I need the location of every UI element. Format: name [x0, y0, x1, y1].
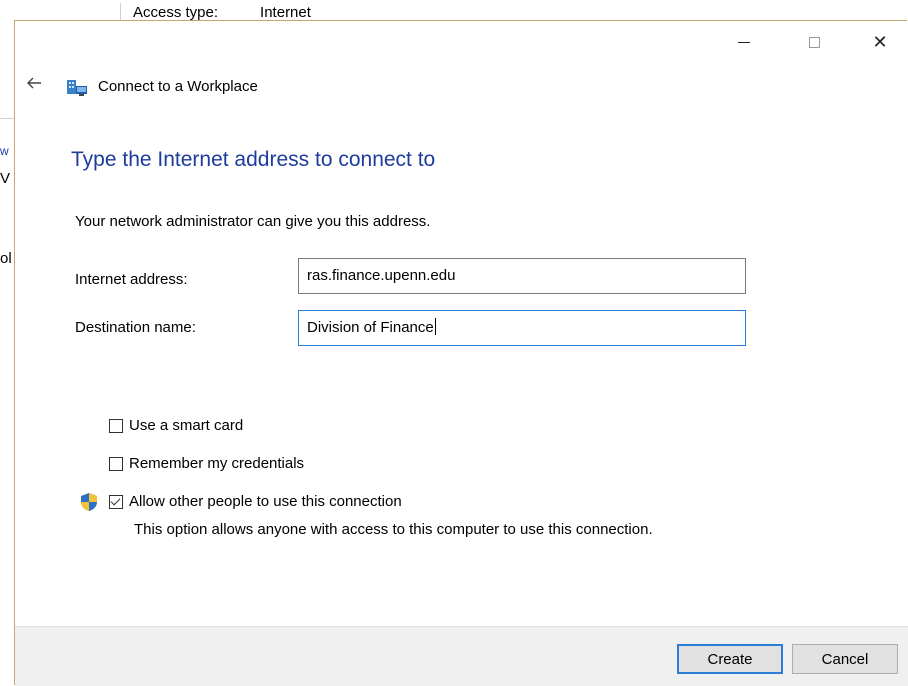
dialog-footer: Create Cancel: [15, 626, 908, 686]
smart-card-label: Use a smart card: [129, 417, 244, 434]
access-type-value: Internet: [260, 4, 311, 21]
destination-name-input[interactable]: Division of Finance: [298, 310, 746, 346]
allow-others-description: This option allows anyone with access to…: [134, 521, 653, 538]
allow-others-label: Allow other people to use this connectio…: [129, 493, 402, 510]
internet-address-input[interactable]: ras.finance.upenn.edu: [298, 258, 746, 294]
page-heading: Type the Internet address to connect to: [71, 148, 436, 171]
allow-others-option[interactable]: Allow other people to use this connectio…: [109, 493, 402, 510]
remember-credentials-label: Remember my credentials: [129, 455, 305, 472]
back-button[interactable]: [26, 75, 46, 95]
destination-name-value: Division of Finance: [307, 319, 434, 336]
instruction-text: Your network administrator can give you …: [75, 213, 431, 230]
destination-name-label: Destination name:: [75, 319, 196, 336]
smart-card-checkbox[interactable]: [109, 418, 123, 433]
smart-card-option[interactable]: Use a smart card: [109, 417, 243, 434]
internet-address-value: ras.finance.upenn.edu: [307, 267, 456, 284]
background-divider: [0, 118, 14, 119]
background-fragment: w: [0, 144, 9, 158]
internet-address-label: Internet address:: [75, 271, 188, 288]
maximize-button[interactable]: [791, 27, 837, 57]
workplace-icon: [67, 80, 87, 96]
remember-credentials-checkbox[interactable]: [109, 456, 123, 471]
close-icon: ✕: [872, 31, 888, 52]
allow-others-checkbox[interactable]: [109, 494, 123, 509]
remember-credentials-option[interactable]: Remember my credentials: [109, 455, 304, 472]
text-caret: [434, 318, 436, 335]
background-window-strip: Access type: Internet: [0, 0, 908, 23]
background-fragment: ol: [0, 250, 12, 267]
maximize-icon: [808, 36, 820, 48]
background-window-left: w V ol: [0, 20, 14, 686]
close-button[interactable]: ✕: [857, 27, 903, 57]
access-type-label: Access type:: [133, 4, 219, 21]
create-button[interactable]: Create: [677, 644, 783, 674]
minimize-icon: [738, 41, 750, 43]
uac-shield-icon: [81, 493, 97, 511]
back-arrow-icon: [27, 77, 41, 89]
window-title: Connect to a Workplace: [98, 78, 258, 95]
cancel-button[interactable]: Cancel: [792, 644, 898, 674]
minimize-button[interactable]: [721, 27, 767, 57]
connect-workplace-dialog: ✕ Connect to a Workplace Type the Intern…: [14, 20, 908, 686]
background-fragment: V: [0, 170, 11, 187]
